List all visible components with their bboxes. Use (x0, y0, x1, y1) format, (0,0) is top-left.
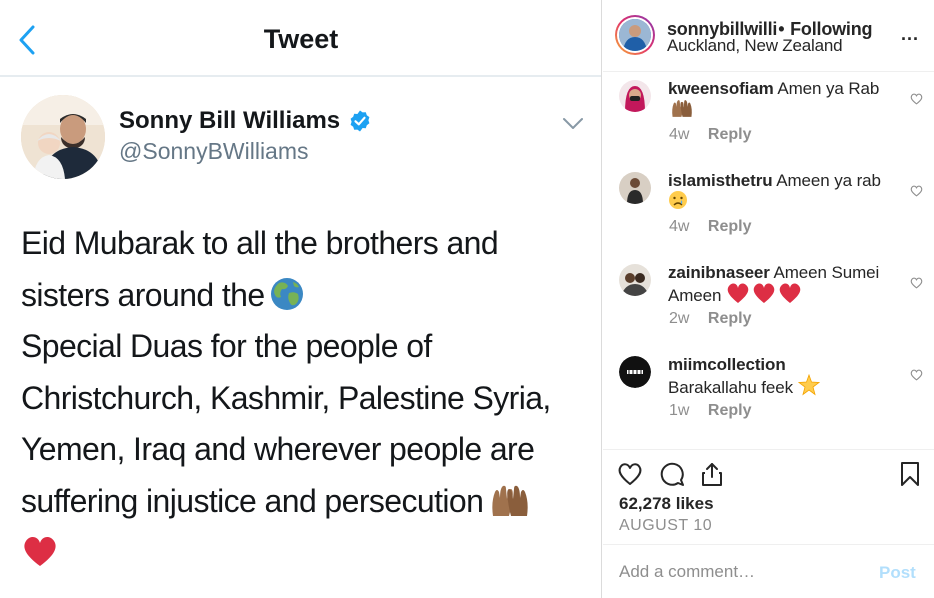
likes-count[interactable]: 62,278 likes (619, 494, 714, 514)
post-date[interactable]: AUGUST 10 (619, 517, 712, 535)
reply-button[interactable]: Reply (708, 218, 752, 235)
author-avatar[interactable] (21, 95, 105, 179)
avatar-photo (21, 95, 105, 179)
tweet-header-title: Tweet (263, 24, 339, 54)
author-name-row: Sonny Bill Williams (119, 107, 372, 135)
comment-time[interactable]: 4w (669, 126, 689, 143)
comment-time[interactable]: 2w (669, 310, 689, 327)
comment-username[interactable]: kweensofiam (668, 79, 774, 98)
globe-emoji (270, 277, 303, 310)
comment-username[interactable]: miimcollection (668, 355, 786, 374)
tweet-line: Christchurch, Kashmir, Palestine Syria, (21, 379, 551, 416)
poster-avatar-photo (619, 19, 651, 51)
comment-time[interactable]: 1w (669, 402, 689, 419)
post-header: sonnybillwilli• Following Auckland, New … (603, 0, 934, 72)
comment-item: zainibnaseer Ameen Sumei Ameen 2w Reply (603, 256, 934, 348)
red-heart-emoji (24, 537, 56, 566)
comment-username[interactable]: zainibnaseer (668, 263, 770, 282)
instagram-sidebar: sonnybillwilli• Following Auckland, New … (603, 0, 934, 598)
tweet-line: suffering injustice and persecution (21, 476, 596, 528)
comment-item: islamisthetru Ameen ya rab 4w Reply (603, 164, 934, 256)
commenter-avatar[interactable] (619, 356, 651, 388)
poster-avatar[interactable] (615, 15, 655, 55)
share-icon[interactable] (699, 461, 725, 487)
crying-face-emoji (669, 191, 687, 209)
chevron-down-icon[interactable] (562, 117, 584, 131)
tweet-text: Eid Mubarak to all the brothers and sist… (21, 218, 596, 579)
raised-hands-emoji (492, 485, 528, 516)
reply-button[interactable]: Reply (708, 126, 752, 143)
more-options-icon[interactable]: ... (901, 24, 919, 45)
author-handle[interactable]: @SonnyBWilliams (119, 138, 309, 165)
heart-outline-icon[interactable] (910, 93, 923, 105)
location-link[interactable]: Auckland, New Zealand (667, 36, 843, 56)
comment-meta: 4w Reply (669, 126, 751, 144)
comment-text: miimcollection Barakallahu feek (668, 356, 900, 397)
tweet-line (21, 527, 596, 579)
comment-composer: Post (603, 544, 934, 598)
tweet-line: sisters around the (21, 270, 596, 322)
glowing-star-emoji (797, 374, 820, 396)
like-heart-icon[interactable] (617, 461, 643, 487)
heart-outline-icon[interactable] (910, 369, 923, 381)
three-red-hearts-emoji (727, 283, 801, 303)
post-actions: 62,278 likes AUGUST 10 (603, 449, 934, 545)
verified-badge-icon (350, 110, 370, 132)
heart-outline-icon[interactable] (910, 185, 923, 197)
comment-body: Ameen ya rab (776, 171, 881, 190)
reply-button[interactable]: Reply (708, 402, 752, 419)
comment-input[interactable] (619, 559, 869, 585)
reply-button[interactable]: Reply (708, 310, 752, 327)
comment-text: zainibnaseer Ameen Sumei Ameen (668, 264, 900, 305)
bookmark-icon[interactable] (897, 461, 923, 487)
comment-text: islamisthetru Ameen ya rab (668, 172, 900, 211)
tweet-line: Eid Mubarak to all the brothers and (21, 225, 499, 261)
commenter-avatar[interactable] (619, 172, 651, 204)
comment-text: kweensofiam Amen ya Rab (668, 80, 900, 119)
tweet-screenshot: Tweet Sonny Bill Williams @SonnyBWilliam… (0, 0, 602, 598)
comment-meta: 4w Reply (669, 218, 751, 236)
tweet-line: Special Duas for the people of (21, 328, 432, 364)
comment-item: kweensofiam Amen ya Rab 4w Reply (603, 72, 934, 164)
tweet-header: Tweet (0, 0, 601, 77)
author-name[interactable]: Sonny Bill Williams (119, 107, 340, 135)
heart-outline-icon[interactable] (910, 277, 923, 289)
tweet-line: Yemen, Iraq and wherever people are (21, 431, 535, 467)
tweet-line-text: suffering injustice and persecution (21, 482, 484, 519)
comment-bubble-icon[interactable] (659, 461, 685, 487)
commenter-avatar[interactable] (619, 80, 651, 112)
comment-item: miimcollection Barakallahu feek 1w Reply (603, 348, 934, 440)
comment-meta: 2w Reply (669, 310, 751, 328)
comment-meta: 1w Reply (669, 402, 751, 420)
post-button[interactable]: Post (879, 563, 916, 583)
tweet-line-text: sisters around the (21, 276, 265, 313)
comment-time[interactable]: 4w (669, 218, 689, 235)
raised-hands-emoji (672, 100, 692, 117)
comment-body: Barakallahu feek (668, 378, 794, 397)
comment-username[interactable]: islamisthetru (668, 171, 773, 190)
comment-body: Amen ya Rab (777, 79, 880, 98)
commenter-avatar[interactable] (619, 264, 651, 296)
